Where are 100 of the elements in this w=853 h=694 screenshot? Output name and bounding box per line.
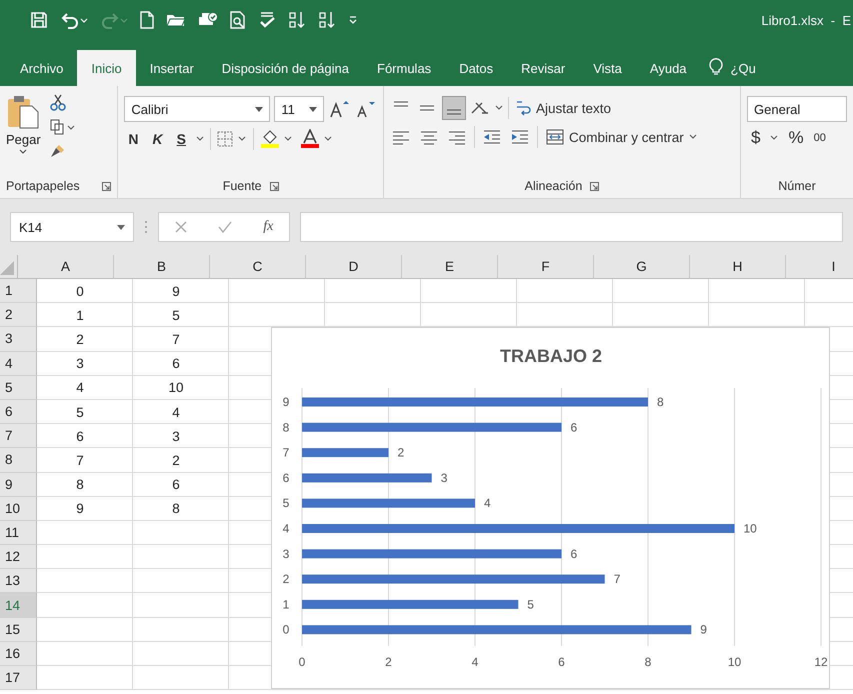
column-header[interactable]: E xyxy=(402,255,498,279)
font-color-icon[interactable] xyxy=(300,129,334,149)
row-header[interactable]: 7 xyxy=(0,424,37,448)
cell-value: 2 xyxy=(172,452,180,468)
row-header[interactable]: 13 xyxy=(0,569,37,594)
ribbon-tab[interactable]: Archivo xyxy=(6,50,78,86)
name-box[interactable]: K14 xyxy=(10,212,134,242)
axis-category-label: 1 xyxy=(282,597,290,612)
align-bottom-icon[interactable] xyxy=(442,96,466,120)
cell-value: 3 xyxy=(172,428,180,444)
paste-button[interactable]: Pegar xyxy=(6,92,41,174)
borders-icon[interactable] xyxy=(217,131,247,147)
cell-value: 1 xyxy=(76,308,84,323)
tell-me-field[interactable]: ¿Qu xyxy=(730,50,756,86)
caret-icon[interactable] xyxy=(196,136,204,142)
row-header[interactable]: 10 xyxy=(0,496,37,521)
column-header[interactable]: B xyxy=(114,255,210,279)
cell-value: 3 xyxy=(76,356,84,372)
caret-icon[interactable] xyxy=(770,135,778,141)
cell-value: 4 xyxy=(76,380,84,396)
sort-ascending-icon[interactable] xyxy=(288,11,306,29)
new-document-icon[interactable] xyxy=(140,11,154,29)
column-header[interactable]: F xyxy=(498,255,594,279)
customize-menu-icon[interactable] xyxy=(348,15,358,25)
row-header[interactable]: 4 xyxy=(0,352,37,376)
cell-value: 5 xyxy=(76,404,84,420)
underline-button[interactable]: S xyxy=(172,131,190,147)
column-header[interactable]: D xyxy=(306,255,402,279)
row-header[interactable]: 8 xyxy=(0,448,37,472)
row-header[interactable]: 9 xyxy=(0,472,37,497)
row-header[interactable]: 15 xyxy=(0,618,37,642)
bold-button[interactable]: N xyxy=(124,131,143,147)
ribbon-tab[interactable]: Vista xyxy=(579,50,636,86)
window-title: Libro1.xlsx - E xyxy=(761,12,852,28)
paintbrush-icon[interactable] xyxy=(48,142,67,160)
dialog-launcher-icon[interactable] xyxy=(102,182,112,190)
spelling-check-icon[interactable] xyxy=(258,11,276,29)
insert-function-button[interactable]: fx xyxy=(263,219,274,235)
cell-value: 4 xyxy=(172,404,180,420)
row-header[interactable]: 11 xyxy=(0,520,37,546)
number-format-field[interactable]: General xyxy=(747,96,848,122)
row-header[interactable]: 16 xyxy=(0,642,37,666)
font-size-field[interactable]: 11 xyxy=(274,96,324,122)
data-label: 6 xyxy=(570,420,578,434)
row-header[interactable]: 14 xyxy=(0,593,37,618)
merge-center-button[interactable]: Combinar y centrar xyxy=(544,129,699,145)
column-header[interactable]: G xyxy=(594,255,690,279)
data-label: 8 xyxy=(657,395,664,409)
dialog-launcher-icon[interactable] xyxy=(590,182,600,190)
fill-color-icon[interactable] xyxy=(260,129,294,149)
column-header[interactable]: A xyxy=(18,255,114,279)
scissors-icon[interactable] xyxy=(48,94,67,112)
axis-category-label: 0 xyxy=(282,622,290,637)
grip-icon xyxy=(144,220,148,234)
column-header[interactable]: H xyxy=(690,255,786,279)
cell-value: 6 xyxy=(172,356,180,372)
row-header[interactable]: 3 xyxy=(0,327,37,352)
ribbon-tab[interactable]: Revisar xyxy=(507,50,580,86)
ribbon-tab[interactable]: Datos xyxy=(445,50,508,86)
data-label: 3 xyxy=(440,470,448,485)
cell-value: 7 xyxy=(172,332,180,347)
row-header[interactable]: 17 xyxy=(0,666,37,690)
row-header[interactable]: 12 xyxy=(0,545,37,570)
wrap-text-button[interactable]: Ajustar texto xyxy=(512,99,614,117)
axis-category-label: 3 xyxy=(282,546,290,561)
ribbon-tab[interactable]: Fórmulas xyxy=(363,50,446,86)
column-header[interactable]: I xyxy=(786,255,853,279)
print-preview-icon[interactable] xyxy=(230,11,246,29)
thousands-button[interactable]: 00 xyxy=(814,132,826,144)
row-header[interactable]: 2 xyxy=(0,303,37,328)
axis-category-label: 6 xyxy=(282,470,290,485)
row-header[interactable]: 1 xyxy=(0,279,37,304)
dialog-launcher-icon[interactable] xyxy=(270,182,279,190)
caret-icon xyxy=(309,106,318,112)
copy-icon[interactable] xyxy=(48,118,75,136)
lightbulb-icon[interactable] xyxy=(708,56,723,76)
caret-icon xyxy=(117,224,125,230)
row-header[interactable]: 5 xyxy=(0,376,37,400)
italic-button[interactable]: K xyxy=(148,131,167,147)
ribbon-tab[interactable]: Inicio xyxy=(77,50,136,86)
ribbon-tab[interactable]: Insertar xyxy=(136,50,208,86)
undo-icon[interactable] xyxy=(60,11,88,29)
column-header[interactable]: C xyxy=(210,255,306,279)
ribbon-tab[interactable]: Disposición de página xyxy=(208,50,363,86)
caret-icon xyxy=(19,149,28,155)
cell-value: 10 xyxy=(168,380,184,396)
sort-descending-icon[interactable] xyxy=(318,11,336,29)
row-header[interactable]: 6 xyxy=(0,400,37,424)
grow-font-icon[interactable] xyxy=(328,99,350,119)
currency-button[interactable]: $ xyxy=(747,128,764,148)
formula-input[interactable] xyxy=(300,212,843,242)
save-icon[interactable] xyxy=(30,11,48,29)
axis-tick-label: 0 xyxy=(298,655,306,669)
cell-value: 9 xyxy=(172,284,180,299)
folder-icon[interactable] xyxy=(166,12,186,28)
percent-button[interactable]: % xyxy=(784,128,808,148)
axis-category-label: 2 xyxy=(282,572,290,586)
font-name-field[interactable]: Calibri xyxy=(124,96,270,122)
ribbon-tab[interactable]: Ayuda xyxy=(636,50,701,86)
data-label: 4 xyxy=(484,496,491,510)
